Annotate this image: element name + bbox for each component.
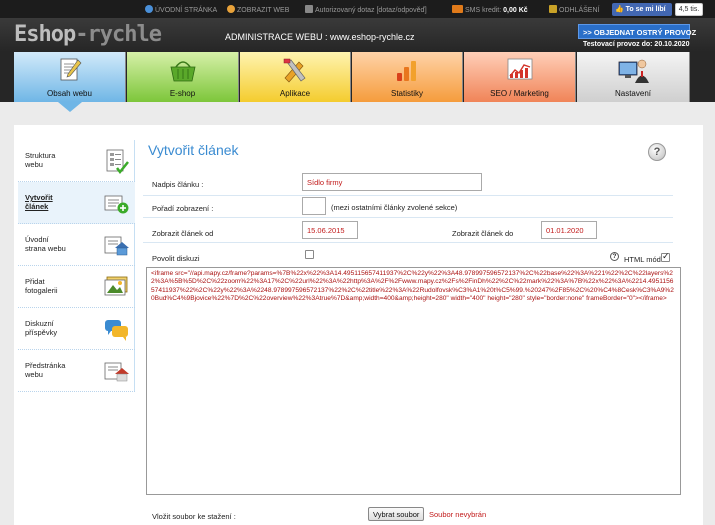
heading-input[interactable]: Sídlo firmy — [302, 173, 482, 191]
tab-nastaveni[interactable]: Nastavení — [577, 52, 690, 102]
discussion-checkbox[interactable] — [305, 250, 314, 259]
fb-like-count: 4,5 tis. — [675, 3, 703, 16]
sidebar-item-struktura-webu[interactable]: Struktura webu — [18, 140, 135, 182]
basket-icon — [170, 61, 195, 82]
show-from-label: Zobrazit článek od — [152, 229, 214, 238]
show-to-input[interactable]: 01.01.2020 — [541, 221, 597, 239]
content-editor[interactable]: <iframe src="//api.mapy.cz/frame?params=… — [146, 267, 681, 495]
file-label: Vložit soubor ke stažení : — [152, 512, 236, 521]
logout-link[interactable]: ODHLÁŠENÍ — [549, 5, 599, 14]
show-from-input[interactable]: 15.06.2015 — [302, 221, 358, 239]
sidebar-item-uvodni-strana-webu[interactable]: Úvodní strana webu — [18, 224, 135, 266]
authorized-query-link[interactable]: Autorizovaný dotaz [dotaz/odpověď] — [305, 5, 427, 14]
tab-seo-marketing[interactable]: SEO / Marketing — [464, 52, 576, 102]
admin-title: ADMINISTRACE WEBU : www.eshop-rychle.cz — [225, 32, 415, 42]
tab-aplikace[interactable]: Aplikace — [240, 52, 351, 102]
info-icon — [145, 5, 153, 13]
discussion-label: Povolit diskuzi — [152, 254, 200, 263]
sidebar: Struktura webu Vytvořit článek Úvodní st… — [18, 140, 135, 392]
admin-person-icon — [618, 59, 649, 83]
home-page-icon — [104, 236, 129, 256]
sms-credit: SMS kredit: 0,00 Kč — [452, 5, 528, 14]
tools-icon — [283, 58, 306, 83]
active-tab-pointer — [58, 102, 82, 112]
order-live-button[interactable]: >> OBJEDNAT OSTRÝ PROVOZ — [578, 24, 696, 39]
bar-chart-icon — [397, 61, 416, 81]
lock-icon — [549, 5, 557, 13]
thumbs-up-icon: 👍 — [615, 6, 624, 13]
photo-gallery-icon — [104, 276, 128, 296]
heading-label: Nadpis článku : — [152, 180, 204, 189]
html-mode-checkbox[interactable] — [661, 251, 670, 262]
home-link[interactable]: ÚVODNÍ STRÁNKA — [145, 5, 217, 14]
show-to-label: Zobrazit článek do — [452, 229, 514, 238]
discussion-icon — [105, 320, 128, 341]
editor-source-text: <iframe src="//api.mapy.cz/frame?params=… — [151, 270, 674, 302]
order-hint: (mezi ostatními články zvolené sekce) — [331, 203, 458, 212]
sidebar-item-predstranka-webu[interactable]: Předstránka webu — [18, 350, 135, 392]
view-web-link[interactable]: ZOBRAZIT WEB — [227, 5, 289, 14]
page-icon — [305, 5, 313, 13]
html-mode-help-icon[interactable]: ? — [610, 252, 619, 261]
document-pencil-icon — [60, 58, 81, 81]
top-utility-bar: ÚVODNÍ STRÁNKA ZOBRAZIT WEB Autorizovaný… — [0, 0, 715, 18]
main-nav: Obsah webu E-shop Aplikace Statistiky SE… — [0, 52, 715, 102]
line-chart-icon — [507, 58, 532, 80]
pre-page-icon — [104, 362, 129, 382]
html-mode-label: HTML mód — [624, 255, 661, 264]
file-status: Soubor nevybrán — [429, 510, 487, 519]
structure-icon — [106, 149, 129, 175]
order-input[interactable] — [302, 197, 326, 215]
tab-e-shop[interactable]: E-shop — [127, 52, 239, 102]
tab-obsah-webu[interactable]: Obsah webu — [14, 52, 126, 102]
help-icon[interactable]: ? — [648, 143, 666, 161]
order-label: Pořadí zobrazení : — [152, 204, 214, 213]
logo[interactable]: Eshop-rychle — [14, 22, 162, 47]
choose-file-button[interactable]: Vybrat soubor — [368, 507, 425, 521]
new-article-icon — [104, 195, 129, 214]
page-title: Vytvořit článek — [148, 142, 239, 158]
sms-icon — [452, 5, 463, 13]
trial-info: Testovací provoz do: 20.10.2020 — [583, 41, 690, 48]
sidebar-item-vytvorit-clanek[interactable]: Vytvořit článek — [18, 182, 135, 224]
sun-icon — [227, 5, 235, 13]
tab-statistiky[interactable]: Statistiky — [352, 52, 463, 102]
fb-like-button[interactable]: 👍 To se mi líbí — [612, 3, 672, 16]
sidebar-item-pridat-fotogalerii[interactable]: Přidat fotogalerii — [18, 266, 135, 308]
sidebar-item-diskuzni-prispevky[interactable]: Diskuzní příspěvky — [18, 308, 135, 350]
